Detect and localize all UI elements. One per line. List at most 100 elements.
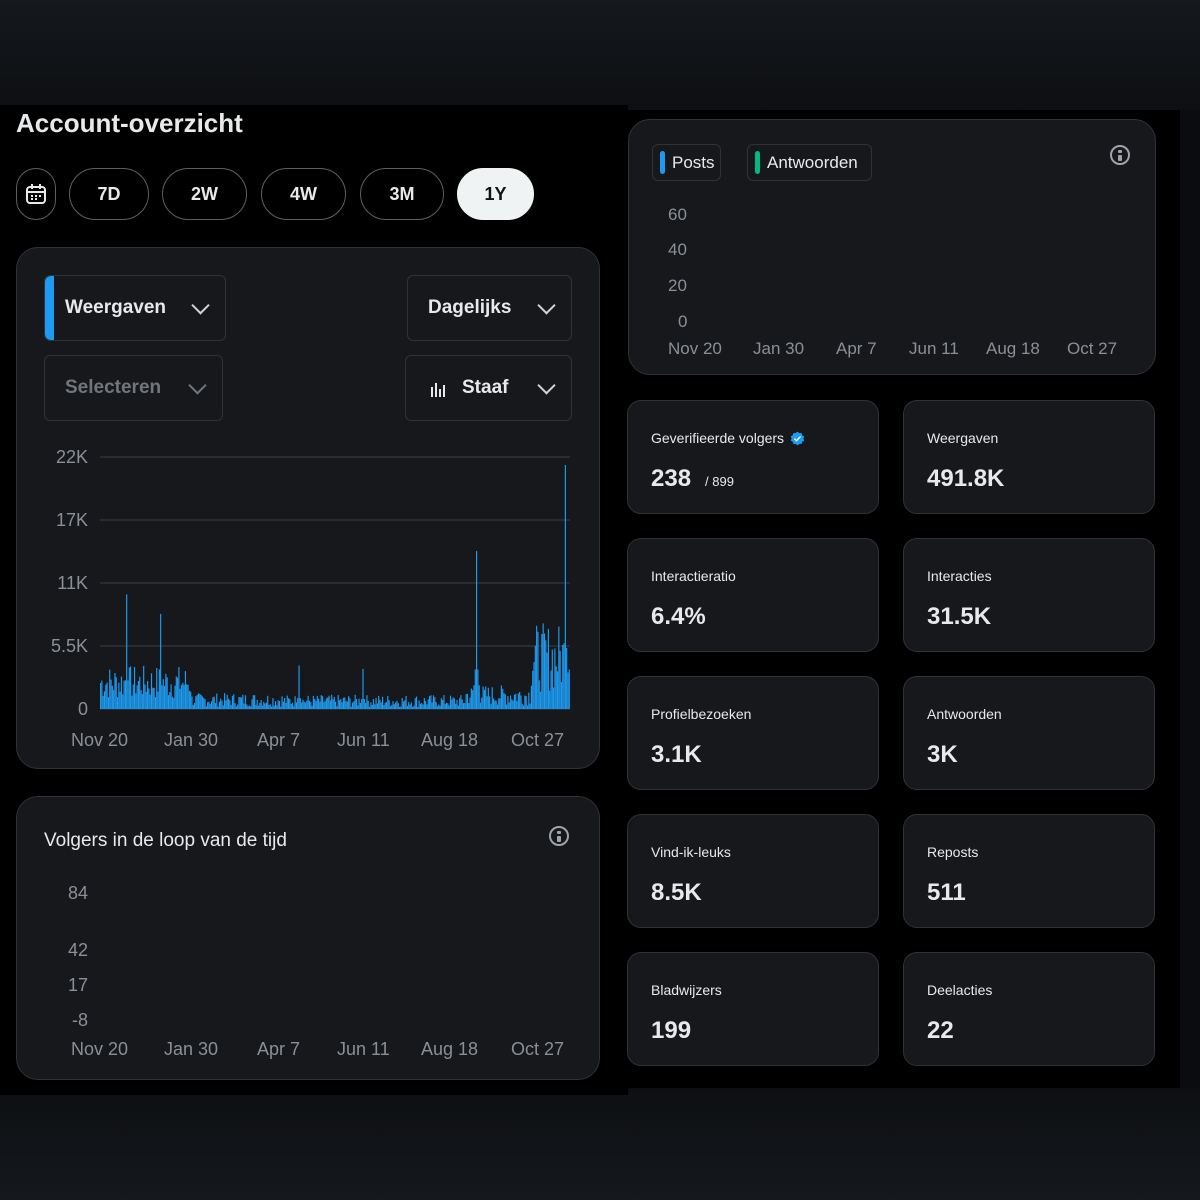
chart-bar (247, 706, 249, 709)
chart-bar (500, 685, 502, 709)
chart-bar (401, 697, 403, 709)
chart-bar (434, 697, 436, 709)
chart-bar (314, 698, 316, 709)
chart-bar (216, 693, 218, 709)
legend-posts[interactable]: Posts (652, 144, 721, 181)
stat-card-engagements[interactable]: Interacties 31.5K (903, 538, 1155, 652)
chart-bar (410, 702, 412, 709)
chart-bar (474, 669, 476, 709)
chart-bar (333, 696, 335, 709)
chart-bar (374, 704, 376, 709)
chart-bar (214, 703, 217, 709)
chart-bar (564, 465, 566, 709)
chart-bar (335, 701, 337, 709)
chart-bar (148, 688, 150, 709)
chart-bar (233, 694, 235, 709)
chart-bar (442, 699, 444, 709)
legend-swatch (660, 151, 665, 174)
stat-value: 3K (927, 741, 958, 768)
chart-bar (534, 645, 536, 709)
info-icon[interactable] (1110, 145, 1130, 165)
chart-bar (423, 698, 425, 709)
chart-bar (547, 629, 549, 709)
chart-bar (290, 703, 292, 709)
stat-value: 31.5K (927, 603, 992, 630)
stat-card-verified-followers[interactable]: Geverifieerde volgers 238 / 899 (627, 400, 879, 514)
chart-bar (409, 704, 411, 709)
x-tick-label: Aug 18 (421, 1039, 479, 1059)
chart-bar (539, 691, 542, 709)
chart-bar (201, 696, 204, 709)
info-icon[interactable] (549, 826, 569, 846)
chart-bar (395, 702, 397, 709)
stat-card-profile-visits[interactable]: Profielbezoeken 3.1K (627, 676, 879, 790)
chart-bar (415, 696, 418, 709)
chart-bar (110, 679, 112, 709)
chart-bar (165, 673, 167, 709)
stat-card-shares[interactable]: Deelacties 22 (903, 952, 1155, 1066)
chart-bar (537, 631, 539, 709)
stat-value: 491.8K (927, 465, 1005, 492)
stat-card-likes[interactable]: Vind-ik-leuks 8.5K (627, 814, 879, 928)
chart-bar (543, 633, 546, 709)
chart-bar (220, 698, 222, 709)
chart-bar (243, 703, 245, 709)
chart-bar (192, 704, 194, 709)
chart-bar (342, 697, 345, 709)
chart-bar (175, 676, 177, 709)
chart-bar (295, 702, 298, 709)
chart-bar (538, 680, 540, 709)
chart-bar (448, 705, 450, 709)
chart-bar (274, 701, 277, 709)
chart-bar (212, 697, 214, 709)
stat-card-replies[interactable]: Antwoorden 3K (903, 676, 1155, 790)
chart-bar (375, 697, 377, 709)
chart-bar (486, 696, 488, 709)
chart-bar (162, 679, 164, 709)
stat-label: Profielbezoeken (651, 706, 752, 722)
chart-bar (131, 695, 133, 709)
chart-bar (526, 705, 529, 709)
stat-card-engagement-rate[interactable]: Interactieratio 6.4% (627, 538, 879, 652)
chart-bar (555, 666, 557, 709)
chart-bar (349, 698, 351, 709)
chart-bar (161, 685, 163, 709)
verified-badge-icon (790, 431, 805, 445)
chart-bar (190, 691, 192, 709)
chart-bar (328, 695, 330, 709)
chart-bar (389, 706, 392, 709)
stat-value-text: 238 (651, 465, 692, 492)
chart-bar (304, 702, 307, 709)
y-tick-label: -8 (71, 1010, 88, 1030)
chart-bar (371, 704, 373, 709)
chart-bar (137, 680, 140, 709)
stat-card-reposts[interactable]: Reposts 511 (903, 814, 1155, 928)
chart-bar (338, 700, 341, 709)
legend-replies[interactable]: Antwoorden (747, 144, 872, 181)
stat-card-bookmarks[interactable]: Bladwijzers 199 (627, 952, 879, 1066)
x-tick-label: Jun 11 (909, 339, 959, 358)
chart-bar (226, 694, 228, 709)
chart-bar (529, 703, 531, 709)
chart-bar (404, 700, 406, 709)
chart-bar (285, 703, 287, 709)
chart-bar (383, 705, 385, 709)
chart-bar (167, 695, 170, 709)
chart-bar (477, 669, 479, 709)
chart-bar (355, 698, 358, 709)
chart-bar (182, 682, 184, 709)
chart-bar (261, 705, 264, 709)
chart-bar (177, 677, 179, 709)
stat-card-views[interactable]: Weergaven 491.8K (903, 400, 1155, 514)
chart-bar (248, 705, 251, 709)
chart-bar (282, 701, 284, 709)
chart-bar (208, 701, 210, 709)
chart-bar (265, 702, 267, 709)
chart-bar (372, 698, 375, 709)
chart-bar (120, 676, 123, 709)
chart-bar (511, 699, 513, 709)
chart-bar (293, 706, 295, 709)
chart-bar (560, 681, 563, 709)
stat-label: Interactieratio (651, 568, 736, 584)
chart-bar (365, 702, 367, 709)
